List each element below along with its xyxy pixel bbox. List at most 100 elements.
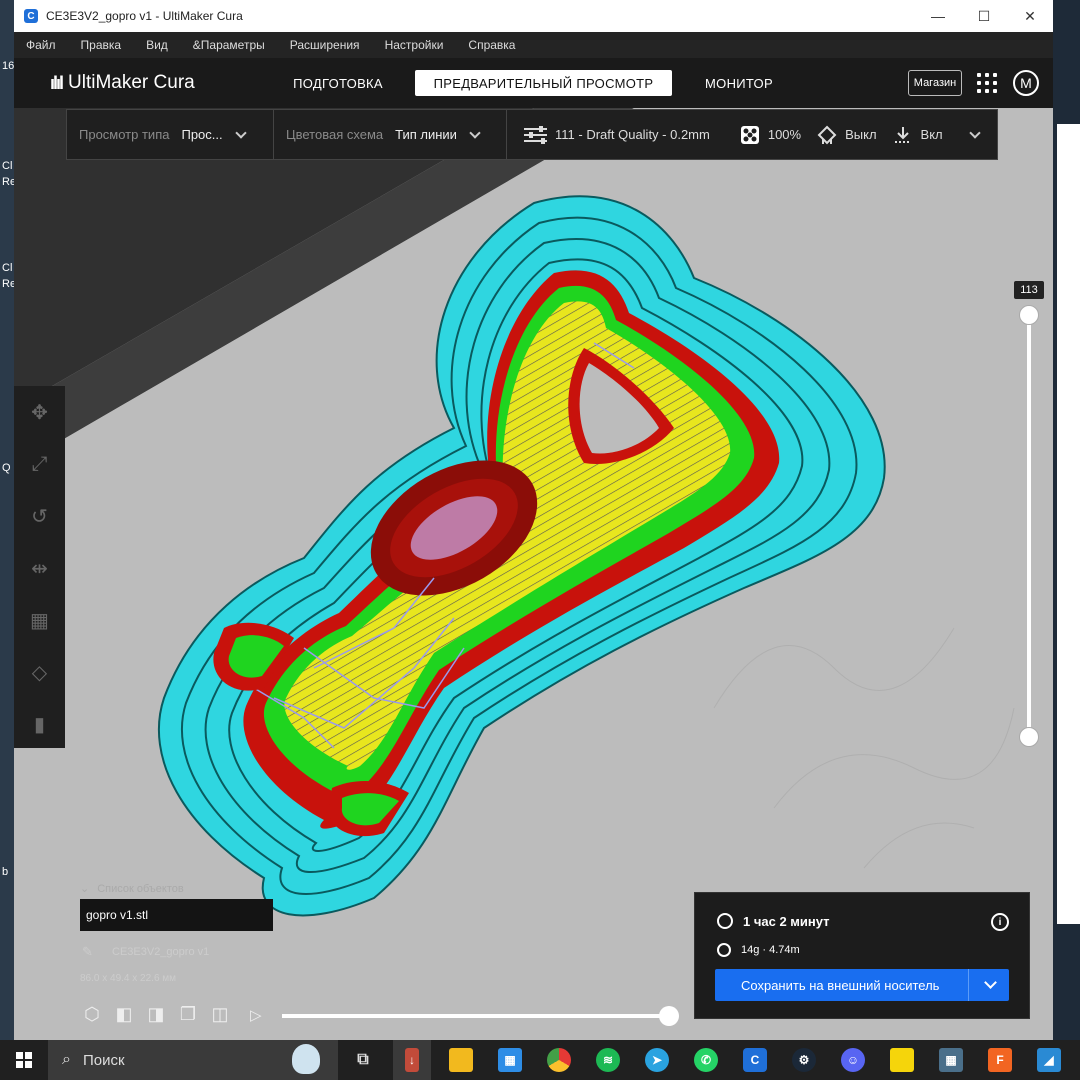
desktop-label: b (2, 866, 9, 878)
chevron-down-icon[interactable] (984, 976, 997, 989)
telegram-icon[interactable]: ➤ (638, 1040, 676, 1080)
cura-alt-app-icon[interactable]: ↓ (393, 1040, 431, 1080)
rotate-tool-icon[interactable]: ↺ (14, 490, 65, 542)
title-bar: C CE3E3V2_gopro v1 - UltiMaker Cura — ☐ … (14, 0, 1053, 32)
maximize-button[interactable]: ☐ (961, 0, 1007, 32)
tool-panel: ✥ ⤢ ↺ ⇹ ▦ ◇ ▮ (14, 386, 65, 748)
top-view-icon[interactable]: ◨ (144, 1002, 168, 1026)
ultimaker-logo: ılıl UltiMaker Cura (50, 72, 195, 94)
cura-window: C CE3E3V2_gopro v1 - UltiMaker Cura — ☐ … (14, 0, 1053, 1040)
3d-viewport[interactable]: Просмотр типа Прос... Цветовая схема Тип… (14, 108, 1053, 1040)
chrome-icon[interactable] (540, 1040, 578, 1080)
job-name[interactable]: CE3E3V2_gopro v1 (112, 946, 209, 958)
menu-edit[interactable]: Правка (81, 38, 122, 52)
start-button[interactable] (0, 1040, 48, 1080)
per-model-settings-icon[interactable]: ▦ (14, 594, 65, 646)
menu-view[interactable]: Вид (146, 38, 168, 52)
cura-app-icon: C (24, 9, 38, 23)
print-setup-selector[interactable]: 111 - Draft Quality - 0.2mm 100% Выкл Вк… (507, 110, 997, 159)
windows-taskbar: ⌕ Поиск ⧉ ↓ ▦ ≋ ➤ ✆ C ⚙ ☺ ▦ F ◢ (0, 1040, 1080, 1080)
background-window (1057, 124, 1080, 924)
adhesion-icon (894, 126, 911, 143)
chevron-down-icon (234, 126, 247, 139)
menu-help[interactable]: Справка (468, 38, 515, 52)
pinned-apps: ⧉ ↓ ▦ ≋ ➤ ✆ C ⚙ ☺ ▦ F ◢ (344, 1040, 1079, 1080)
desktop-left-edge: 16 Cl Re Cl Re Q b (0, 0, 16, 1040)
view-type-value: Прос... (181, 127, 223, 142)
right-view-icon[interactable]: ◫ (208, 1002, 232, 1026)
desktop-right-edge (1053, 0, 1080, 1040)
save-to-removable-button[interactable]: Сохранить на внешний носитель (715, 969, 1009, 1001)
logo-text: UltiMaker Cura (68, 72, 195, 93)
simulation-slider-handle[interactable] (659, 1006, 679, 1026)
edit-pencil-icon[interactable]: ✎ (82, 944, 93, 960)
app-header: ılıl UltiMaker Cura ПОДГОТОВКА ПРЕДВАРИТ… (14, 58, 1053, 108)
mirror-tool-icon[interactable]: ⇹ (14, 542, 65, 594)
taskbar-search[interactable]: ⌕ Поиск (48, 1040, 338, 1080)
scale-tool-icon[interactable]: ⤢ (14, 438, 65, 490)
3d-view-icon[interactable]: ⬡ (80, 1002, 104, 1026)
microsoft-store-icon[interactable]: ▦ (491, 1040, 529, 1080)
layer-slider-bottom-handle[interactable] (1019, 727, 1039, 747)
menu-settings[interactable]: &Параметры (193, 38, 265, 52)
sliders-icon (524, 125, 547, 144)
move-tool-icon[interactable]: ✥ (14, 386, 65, 438)
chevron-down-icon (968, 126, 981, 139)
material-usage: 14g · 4.74m (741, 944, 800, 956)
marketplace-button[interactable]: Магазин (908, 70, 962, 96)
clock-icon (717, 913, 733, 929)
whatsapp-icon[interactable]: ✆ (687, 1040, 725, 1080)
spotify-icon[interactable]: ≋ (589, 1040, 627, 1080)
layer-number-badge: 113 (1014, 281, 1044, 299)
print-time: 1 час 2 минут (743, 913, 830, 929)
menu-preferences[interactable]: Настройки (385, 38, 444, 52)
tab-monitor[interactable]: МОНИТОР (694, 70, 784, 96)
color-scheme-label: Цветовая схема (286, 127, 384, 142)
color-scheme-dropdown[interactable]: Цветовая схема Тип линии (274, 110, 507, 159)
fusion-icon[interactable]: F (981, 1040, 1019, 1080)
front-view-icon[interactable]: ◧ (112, 1002, 136, 1026)
apps-grid-icon[interactable] (977, 73, 997, 93)
play-simulation-icon[interactable]: ▷ (250, 1006, 262, 1024)
button-divider (968, 969, 969, 1001)
close-button[interactable]: ✕ (1007, 0, 1053, 32)
layer-slider-track[interactable] (1027, 315, 1031, 737)
layer-slider-top-handle[interactable] (1019, 305, 1039, 325)
tab-prepare[interactable]: ПОДГОТОВКА (282, 70, 394, 96)
cylinder-icon[interactable]: ▮ (14, 698, 65, 750)
cura-app-icon[interactable]: C (736, 1040, 774, 1080)
profile-name: 111 - Draft Quality - 0.2mm (555, 127, 710, 142)
left-view-icon[interactable]: ❐ (176, 1002, 200, 1026)
view-type-dropdown[interactable]: Просмотр типа Прос... (67, 110, 274, 159)
menu-bar: Файл Правка Вид &Параметры Расширения На… (14, 32, 1053, 58)
save-button-label: Сохранить на внешний носитель (741, 977, 940, 993)
object-dimensions: 86.0 x 49.4 x 22.6 мм (80, 973, 177, 984)
minimize-button[interactable]: — (915, 0, 961, 32)
steam-icon[interactable]: ⚙ (785, 1040, 823, 1080)
support-blocker-icon[interactable]: ◇ (14, 646, 65, 698)
sticky-notes-icon[interactable] (883, 1040, 921, 1080)
search-placeholder: Поиск (82, 1051, 125, 1069)
screen: 16 Cl Re Cl Re Q b C CE3E3V2_gopro v1 - … (0, 0, 1080, 1080)
menu-file[interactable]: Файл (26, 38, 56, 52)
color-scheme-value: Тип линии (395, 127, 457, 142)
info-icon[interactable]: i (991, 913, 1009, 931)
object-list-toggle[interactable]: Список объектов (80, 882, 184, 895)
windows-logo-icon (16, 1052, 32, 1068)
photos-icon[interactable]: ◢ (1030, 1040, 1068, 1080)
view-type-label: Просмотр типа (79, 127, 170, 142)
chevron-down-icon (469, 126, 481, 139)
discord-icon[interactable]: ☺ (834, 1040, 872, 1080)
task-view-icon[interactable]: ⧉ (344, 1040, 382, 1080)
desktop-label: Cl (2, 160, 13, 172)
file-explorer-icon[interactable] (442, 1040, 480, 1080)
simulation-slider-track[interactable] (282, 1014, 670, 1018)
support-icon (817, 125, 837, 144)
tab-preview[interactable]: ПРЕДВАРИТЕЛЬНЫЙ ПРОСМОТР (415, 70, 672, 96)
object-list-item[interactable]: gopro v1.stl (80, 899, 273, 931)
menu-extensions[interactable]: Расширения (290, 38, 360, 52)
spool-icon (717, 943, 731, 957)
desktop-label: 16 (2, 60, 15, 72)
account-avatar[interactable]: M (1013, 70, 1039, 96)
calculator-icon[interactable]: ▦ (932, 1040, 970, 1080)
